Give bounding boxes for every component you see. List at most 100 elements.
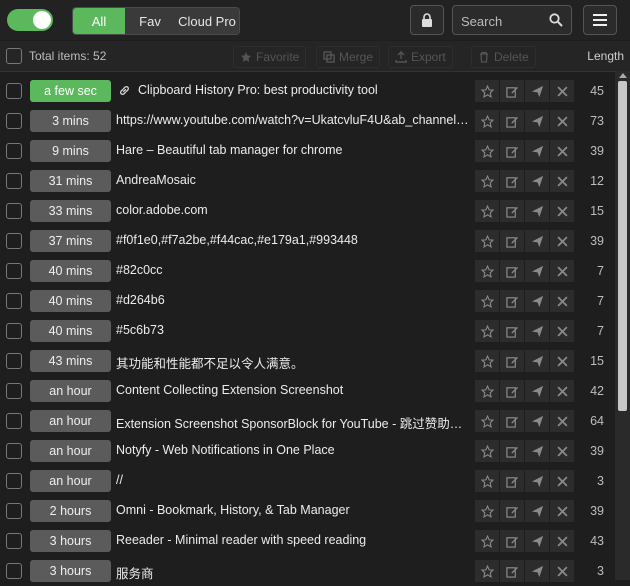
favorite-item-button[interactable] xyxy=(475,410,499,432)
delete-item-button[interactable] xyxy=(550,530,574,552)
edit-item-button[interactable] xyxy=(500,170,524,192)
delete-item-button[interactable] xyxy=(550,80,574,102)
item-content[interactable]: 其功能和性能都不足以令人满意。 xyxy=(116,353,472,372)
delete-item-button[interactable] xyxy=(550,560,574,582)
row-checkbox[interactable] xyxy=(6,413,22,429)
edit-item-button[interactable] xyxy=(500,380,524,402)
row-checkbox[interactable] xyxy=(6,173,22,189)
edit-item-button[interactable] xyxy=(500,500,524,522)
select-all-checkbox[interactable] xyxy=(6,48,22,64)
tab-fav[interactable]: Fav xyxy=(125,8,175,34)
send-item-button[interactable] xyxy=(525,500,549,522)
item-content[interactable]: #82c0cc xyxy=(116,263,472,277)
list-item[interactable]: 40 mins #5c6b73 7 xyxy=(0,316,614,346)
delete-item-button[interactable] xyxy=(550,500,574,522)
edit-item-button[interactable] xyxy=(500,530,524,552)
scrollbar[interactable] xyxy=(615,71,630,580)
list-item[interactable]: an hour Content Collecting Extension Scre… xyxy=(0,376,614,406)
send-item-button[interactable] xyxy=(525,110,549,132)
menu-button[interactable] xyxy=(583,5,617,35)
favorite-item-button[interactable] xyxy=(475,350,499,372)
edit-item-button[interactable] xyxy=(500,320,524,342)
edit-item-button[interactable] xyxy=(500,200,524,222)
row-checkbox[interactable] xyxy=(6,473,22,489)
item-content[interactable]: Content Collecting Extension Screenshot xyxy=(116,383,472,397)
scrollbar-thumb[interactable] xyxy=(618,81,627,411)
favorite-item-button[interactable] xyxy=(475,500,499,522)
favorite-item-button[interactable] xyxy=(475,230,499,252)
delete-item-button[interactable] xyxy=(550,470,574,492)
favorite-item-button[interactable] xyxy=(475,80,499,102)
delete-item-button[interactable] xyxy=(550,350,574,372)
edit-item-button[interactable] xyxy=(500,80,524,102)
delete-item-button[interactable] xyxy=(550,440,574,462)
favorite-item-button[interactable] xyxy=(475,470,499,492)
send-item-button[interactable] xyxy=(525,200,549,222)
delete-item-button[interactable] xyxy=(550,110,574,132)
list-item[interactable]: 2 hours Omni - Bookmark, History, & Tab M… xyxy=(0,496,614,526)
list-item[interactable]: 37 mins #f0f1e0,#f7a2be,#f44cac,#e179a1,#… xyxy=(0,226,614,256)
favorite-item-button[interactable] xyxy=(475,320,499,342)
list-item[interactable]: 3 mins https://www.youtube.com/watch?v=Uk… xyxy=(0,106,614,136)
row-checkbox[interactable] xyxy=(6,143,22,159)
item-content[interactable]: // xyxy=(116,473,472,487)
list-item[interactable]: 31 mins AndreaMosaic 12 xyxy=(0,166,614,196)
favorite-item-button[interactable] xyxy=(475,260,499,282)
row-checkbox[interactable] xyxy=(6,113,22,129)
row-checkbox[interactable] xyxy=(6,323,22,339)
edit-item-button[interactable] xyxy=(500,290,524,312)
item-content[interactable]: Notyfy - Web Notifications in One Place xyxy=(116,443,472,457)
favorite-item-button[interactable] xyxy=(475,140,499,162)
item-content[interactable]: #5c6b73 xyxy=(116,323,472,337)
row-checkbox[interactable] xyxy=(6,383,22,399)
row-checkbox[interactable] xyxy=(6,353,22,369)
favorite-item-button[interactable] xyxy=(475,200,499,222)
tab-all[interactable]: All xyxy=(73,8,125,34)
edit-item-button[interactable] xyxy=(500,470,524,492)
row-checkbox[interactable] xyxy=(6,563,22,579)
delete-item-button[interactable] xyxy=(550,320,574,342)
export-button[interactable]: Export xyxy=(388,46,453,68)
list-item[interactable]: 3 hours Reeader - Minimal reader with spe… xyxy=(0,526,614,556)
send-item-button[interactable] xyxy=(525,530,549,552)
item-content[interactable]: #d264b6 xyxy=(116,293,472,307)
list-item[interactable]: an hour Extension Screenshot SponsorBlock… xyxy=(0,406,614,436)
row-checkbox[interactable] xyxy=(6,503,22,519)
send-item-button[interactable] xyxy=(525,170,549,192)
item-content[interactable]: Omni - Bookmark, History, & Tab Manager xyxy=(116,503,472,517)
item-content[interactable]: Hare – Beautiful tab manager for chrome xyxy=(116,143,472,157)
length-column-header[interactable]: Length xyxy=(587,49,624,63)
delete-item-button[interactable] xyxy=(550,290,574,312)
edit-item-button[interactable] xyxy=(500,110,524,132)
edit-item-button[interactable] xyxy=(500,260,524,282)
favorite-button[interactable]: Favorite xyxy=(233,46,307,68)
favorite-item-button[interactable] xyxy=(475,440,499,462)
delete-item-button[interactable] xyxy=(550,140,574,162)
row-checkbox[interactable] xyxy=(6,233,22,249)
item-content[interactable]: https://www.youtube.com/watch?v=Ukatcvlu… xyxy=(116,113,472,127)
list-item[interactable]: 43 mins 其功能和性能都不足以令人满意。 15 xyxy=(0,346,614,376)
item-content[interactable]: Reeader - Minimal reader with speed read… xyxy=(116,533,472,547)
favorite-item-button[interactable] xyxy=(475,380,499,402)
item-content[interactable]: AndreaMosaic xyxy=(116,173,472,187)
row-checkbox[interactable] xyxy=(6,83,22,99)
row-checkbox[interactable] xyxy=(6,443,22,459)
row-checkbox[interactable] xyxy=(6,293,22,309)
list-item[interactable]: 40 mins #d264b6 7 xyxy=(0,286,614,316)
edit-item-button[interactable] xyxy=(500,410,524,432)
edit-item-button[interactable] xyxy=(500,230,524,252)
send-item-button[interactable] xyxy=(525,140,549,162)
favorite-item-button[interactable] xyxy=(475,110,499,132)
send-item-button[interactable] xyxy=(525,230,549,252)
row-checkbox[interactable] xyxy=(6,263,22,279)
delete-item-button[interactable] xyxy=(550,170,574,192)
send-item-button[interactable] xyxy=(525,80,549,102)
item-content[interactable]: Extension Screenshot SponsorBlock for Yo… xyxy=(116,413,472,432)
edit-item-button[interactable] xyxy=(500,560,524,582)
send-item-button[interactable] xyxy=(525,410,549,432)
send-item-button[interactable] xyxy=(525,350,549,372)
merge-button[interactable]: Merge xyxy=(316,46,381,68)
item-content[interactable]: #f0f1e0,#f7a2be,#f44cac,#e179a1,#993448 xyxy=(116,233,472,247)
list-item[interactable]: 9 mins Hare – Beautiful tab manager for c… xyxy=(0,136,614,166)
search-input[interactable] xyxy=(459,12,549,30)
